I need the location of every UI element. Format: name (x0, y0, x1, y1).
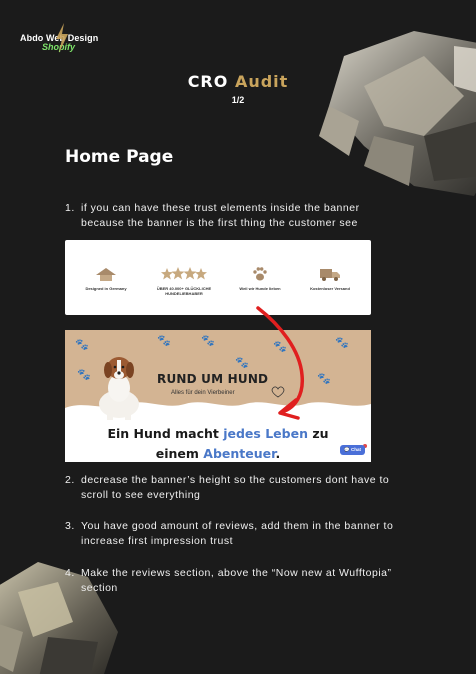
chat-button[interactable]: 💬 Chat (340, 445, 365, 455)
audit-point-1: 1. if you can have these trust elements … (65, 201, 405, 231)
brand-logo: Abdo Web Design Shopify (20, 23, 98, 53)
audit-point-3: 3. You have good amount of reviews, add … (65, 519, 405, 549)
trust-item-customers: ÜBER 40.000+ GLÜCKLICHE HUNDELIEBHABER (149, 266, 219, 296)
logo-platform: Shopify (42, 42, 75, 52)
page-indicator: 1/2 (231, 95, 245, 105)
point-number: 4. (65, 567, 75, 579)
page-title-accent: Audit (234, 72, 289, 91)
section-heading: Home Page (65, 147, 174, 167)
point-number: 1. (65, 202, 75, 214)
audit-point-2: 2. decrease the banner’s height so the c… (65, 473, 405, 503)
page-title: CRO Audit (0, 72, 476, 91)
trust-label: Kostenloser Versand (310, 286, 350, 291)
banner-tagline: Alles für dein Vierbeiner (171, 390, 235, 396)
trust-item-love-dogs: Weil wir Hunde lieben (225, 266, 295, 291)
lightning-logo-icon (56, 23, 68, 53)
paw-print-icon: 🐾 (201, 335, 215, 347)
paw-print-icon: 🐾 (157, 335, 171, 347)
audit-point-4: 4. Make the reviews section, above the “… (65, 566, 405, 596)
annotation-arrow (256, 306, 304, 420)
headline-highlight: Abenteuer (203, 446, 276, 461)
trust-item-germany: Designed in Germany (71, 266, 141, 291)
truck-icon (320, 269, 340, 281)
stars-icon (161, 267, 207, 280)
page: Abdo Web Design Shopify CRO Audit 1/2 Ho… (0, 0, 476, 674)
trust-item-shipping: Kostenloser Versand (295, 266, 365, 291)
paw-print-icon: 🐾 (75, 339, 89, 351)
headline-part: Ein Hund macht (107, 426, 224, 441)
trust-label: Designed in Germany (85, 286, 127, 291)
rock-decoration-top (319, 31, 476, 196)
point-number: 2. (65, 474, 75, 486)
paw-icon (253, 267, 267, 281)
chat-icon: 💬 (344, 447, 350, 452)
trust-label: Weil wir Hunde lieben (239, 286, 281, 291)
germany-house-icon (96, 268, 116, 281)
dog-image (99, 357, 139, 420)
trust-label: ÜBER 40.000+ GLÜCKLICHE HUNDELIEBHABER (156, 286, 212, 296)
headline-part: . (275, 446, 281, 461)
chat-label: Chat (351, 447, 361, 452)
page-title-main: CRO (187, 72, 229, 91)
point-text: You have good amount of reviews, add the… (81, 520, 394, 547)
page-title-block: CRO Audit 1/2 (0, 72, 476, 105)
point-text: Make the reviews section, above the “Now… (81, 567, 392, 594)
headline-part: einem (155, 446, 204, 461)
point-number: 3. (65, 520, 75, 532)
point-text: decrease the banner’s height so the cust… (81, 474, 390, 501)
point-text: if you can have these trust elements ins… (81, 202, 360, 229)
